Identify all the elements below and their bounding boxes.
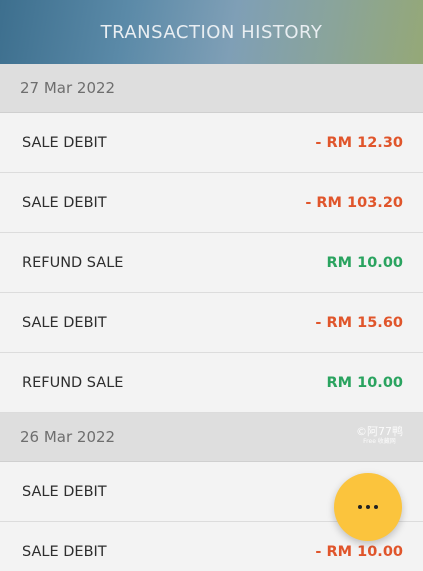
transaction-type: SALE DEBIT <box>22 314 107 331</box>
transaction-amount: RM 10.00 <box>326 374 403 391</box>
page-title: TRANSACTION HISTORY <box>100 21 323 43</box>
dot <box>358 505 362 509</box>
transaction-type: REFUND SALE <box>22 254 124 271</box>
app-header: TRANSACTION HISTORY <box>0 0 423 64</box>
transaction-type: SALE DEBIT <box>22 194 107 211</box>
date-label: 26 Mar 2022 <box>20 428 116 446</box>
more-horizontal-icon <box>358 505 378 509</box>
transaction-amount: RM 10.00 <box>326 254 403 271</box>
date-label: 27 Mar 2022 <box>20 79 116 97</box>
more-options-button[interactable] <box>334 473 402 541</box>
transaction-amount: - RM 12.30 <box>315 134 403 151</box>
transaction-type: REFUND SALE <box>22 374 124 391</box>
transaction-type: SALE DEBIT <box>22 483 107 500</box>
dot <box>366 505 370 509</box>
transaction-row[interactable]: REFUND SALE RM 10.00 <box>0 233 423 293</box>
transaction-amount: - RM 10.00 <box>315 543 403 560</box>
transaction-row[interactable]: SALE DEBIT - RM 103.20 <box>0 173 423 233</box>
watermark-text: ©阿77鸭 <box>356 425 403 438</box>
transaction-row[interactable]: SALE DEBIT - RM 12.30 <box>0 113 423 173</box>
watermark: ©阿77鸭 Free 收藏网 <box>356 426 403 445</box>
date-header: 26 Mar 2022 ©阿77鸭 Free 收藏网 <box>0 413 423 462</box>
transaction-row[interactable]: SALE DEBIT - RM 15.60 <box>0 293 423 353</box>
transaction-row[interactable]: REFUND SALE RM 10.00 <box>0 353 423 413</box>
watermark-subtext: Free 收藏网 <box>363 438 396 445</box>
transaction-amount: - RM 103.20 <box>305 194 403 211</box>
transaction-history-screen: TRANSACTION HISTORY 27 Mar 2022 SALE DEB… <box>0 0 423 571</box>
dot <box>374 505 378 509</box>
transaction-amount: - RM 15.60 <box>315 314 403 331</box>
date-header: 27 Mar 2022 <box>0 64 423 113</box>
transaction-type: SALE DEBIT <box>22 543 107 560</box>
transaction-type: SALE DEBIT <box>22 134 107 151</box>
